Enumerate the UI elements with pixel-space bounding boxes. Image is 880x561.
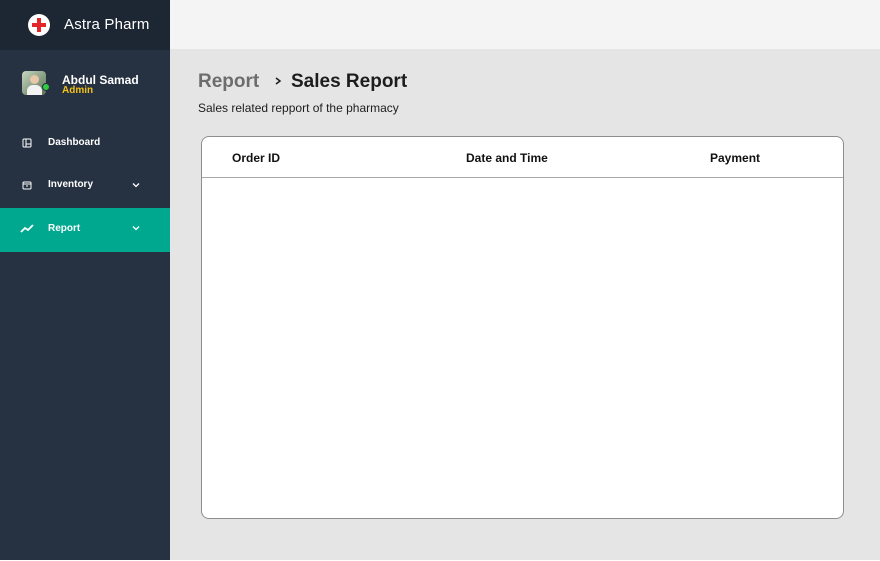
page-subtitle: Sales related repport of the pharmacy: [198, 101, 399, 115]
column-header-payment[interactable]: Payment: [710, 151, 760, 165]
page-title: Sales Report: [291, 71, 408, 92]
user-role: Admin: [62, 85, 94, 96]
sidebar: Astra Pharm Abdul Samad Admin Dashboard …: [0, 0, 170, 560]
sales-report-table: Order ID Date and Time Payment: [201, 136, 844, 519]
chevron-right-icon: [275, 77, 282, 85]
sidebar-item-label: Dashboard: [48, 137, 101, 148]
sidebar-item-label: Report: [48, 223, 81, 234]
column-header-order-id[interactable]: Order ID: [232, 151, 280, 165]
online-status-icon: [42, 83, 50, 91]
breadcrumb-parent[interactable]: Report: [198, 71, 259, 93]
sidebar-item-dashboard[interactable]: Dashboard: [0, 122, 170, 166]
top-bar: [170, 0, 880, 49]
table-header: Order ID Date and Time Payment: [202, 137, 843, 178]
user-profile[interactable]: Abdul Samad Admin: [0, 62, 170, 106]
brand-name: Astra Pharm: [64, 16, 150, 33]
sidebar-item-report[interactable]: Report: [0, 208, 170, 252]
chevron-down-icon[interactable]: [132, 181, 140, 189]
brand-header[interactable]: Astra Pharm: [0, 0, 170, 50]
dashboard-icon: [22, 138, 32, 148]
medical-cross-logo-icon: [28, 14, 50, 36]
column-header-date-time[interactable]: Date and Time: [466, 151, 548, 165]
sidebar-item-inventory[interactable]: Inventory: [0, 164, 170, 208]
trend-line-icon: [20, 224, 34, 233]
chevron-down-icon[interactable]: [132, 224, 140, 232]
main-content: Report Sales Report Sales related reppor…: [170, 49, 880, 560]
sidebar-item-label: Inventory: [48, 179, 94, 190]
inventory-icon: [22, 181, 32, 190]
